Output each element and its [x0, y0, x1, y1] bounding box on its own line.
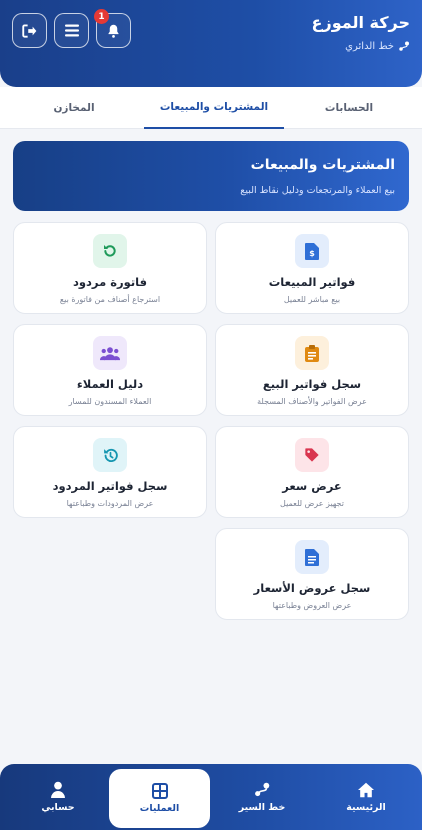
tag-icon	[295, 438, 329, 472]
card-title: عرض سعر	[282, 479, 342, 493]
card-sales-invoices[interactable]: $ فواتير المبيعات بيع مباشر للعميل	[215, 222, 409, 314]
nav-my-account[interactable]: حسابي	[8, 764, 108, 830]
card-desc: بيع مباشر للعميل	[283, 295, 341, 304]
card-desc: عرض العروض وطباعتها	[272, 601, 352, 610]
card-desc: تجهيز عرض للعميل	[280, 499, 344, 508]
card-quote-log[interactable]: سجل عروض الأسعار عرض العروض وطباعتها	[215, 528, 409, 620]
card-desc: عرض المردودات وطباعتها	[66, 499, 154, 508]
card-title: سجل فواتير المردود	[52, 479, 168, 493]
grid-icon	[151, 783, 168, 799]
nav-label: الرئيسية	[346, 801, 386, 813]
card-title: سجل عروض الأسعار	[253, 581, 371, 595]
card-return-invoice-log[interactable]: سجل فواتير المردود عرض المردودات وطباعته…	[13, 426, 207, 518]
card-return-invoice[interactable]: فاتورة مردود استرجاع أصناف من فاتورة بيع	[13, 222, 207, 314]
nav-label: العمليات	[139, 803, 180, 814]
home-icon	[358, 782, 374, 797]
history-icon	[93, 438, 127, 472]
bell-icon	[108, 24, 119, 38]
card-customer-directory[interactable]: دليل العملاء العملاء المسندون للمسار	[13, 324, 207, 416]
nav-home[interactable]: الرئيسية	[316, 764, 416, 830]
tab-warehouses[interactable]: المخازن	[14, 87, 134, 129]
card-title: فاتورة مردود	[72, 275, 147, 289]
route-name: خط الدائري	[345, 41, 394, 52]
tab-accounts[interactable]: الحسابات	[290, 87, 408, 129]
users-icon	[93, 336, 127, 370]
card-title: دليل العملاء	[76, 377, 144, 391]
undo-icon	[93, 234, 127, 268]
invoice-dollar-icon: $	[295, 234, 329, 268]
banner-title: المشتريات والمبيعات	[250, 157, 395, 173]
logout-icon	[22, 23, 37, 38]
notifications-button[interactable]: 1	[94, 9, 131, 48]
logout-button[interactable]	[12, 13, 47, 48]
page-title: حركة الموزع	[311, 13, 410, 32]
app-header: حركة الموزع خط الدائري 1	[0, 0, 422, 87]
svg-text:$: $	[309, 249, 315, 258]
user-icon	[51, 781, 65, 798]
nav-label: حسابي	[41, 802, 75, 813]
banner-subtitle: بيع العملاء والمرتجعات ودليل نقاط البيع	[240, 185, 395, 196]
tab-purchases-sales[interactable]: المشتريات والمبيعات	[144, 87, 284, 129]
card-desc: العملاء المسندون للمسار	[68, 397, 152, 406]
section-banner: المشتريات والمبيعات بيع العملاء والمرتجع…	[13, 141, 409, 211]
route-subtitle: خط الدائري	[345, 41, 410, 52]
menu-icon	[64, 24, 79, 37]
nav-operations[interactable]: العمليات	[109, 769, 210, 828]
nav-route[interactable]: خط السير	[212, 764, 312, 830]
notification-badge: 1	[94, 9, 109, 24]
clipboard-icon	[295, 336, 329, 370]
route-icon	[399, 41, 409, 51]
route-icon	[255, 782, 270, 796]
card-price-quote[interactable]: عرض سعر تجهيز عرض للعميل	[215, 426, 409, 518]
document-icon	[295, 540, 329, 574]
bottom-nav: الرئيسية خط السير العمليات حسابي	[0, 764, 422, 830]
card-desc: عرض الفواتير والأصناف المسجلة	[257, 397, 367, 406]
card-sales-invoice-log[interactable]: سجل فواتير البيع عرض الفواتير والأصناف ا…	[215, 324, 409, 416]
menu-button[interactable]	[54, 13, 89, 48]
nav-label: خط السير	[238, 801, 286, 813]
section-tabs: الحسابات المشتريات والمبيعات المخازن	[0, 87, 422, 129]
card-title: فواتير المبيعات	[268, 275, 356, 289]
card-desc: استرجاع أصناف من فاتورة بيع	[59, 295, 161, 304]
card-title: سجل فواتير البيع	[262, 377, 362, 391]
